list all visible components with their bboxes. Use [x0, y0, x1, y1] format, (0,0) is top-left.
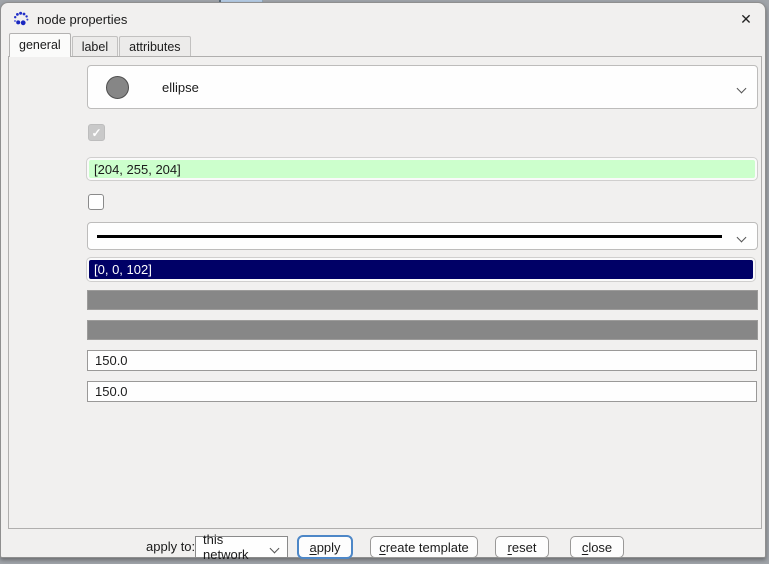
apply-to-dropdown[interactable]: this network: [195, 536, 288, 558]
apply-to-label: apply to:: [146, 539, 195, 554]
line-style-dropdown[interactable]: [87, 222, 758, 250]
chevron-down-icon: [271, 540, 278, 555]
border-color-field[interactable]: [0, 0, 102]: [87, 258, 755, 281]
shape-value: ellipse: [162, 80, 199, 95]
y-coordinate-field: [87, 320, 758, 340]
height-value: 150.0: [95, 384, 128, 399]
line-style-preview: [97, 235, 722, 238]
create-template-button[interactable]: create template: [370, 536, 478, 558]
width-input[interactable]: 150.0: [87, 350, 757, 371]
border-color-value: [0, 0, 102]: [94, 262, 152, 277]
apply-to-value: this network: [203, 532, 271, 562]
footer-bar: apply to: this network apply create temp…: [1, 534, 765, 559]
color-field[interactable]: [204, 255, 204]: [87, 158, 757, 180]
auto-resize-checkbox: ✓: [88, 124, 105, 141]
chevron-down-icon: [738, 229, 745, 244]
width-value: 150.0: [95, 353, 128, 368]
tab-general[interactable]: general: [9, 33, 71, 57]
reset-button[interactable]: reset: [495, 536, 549, 558]
transparent-checkbox[interactable]: [88, 194, 104, 210]
tab-label[interactable]: label: [72, 36, 118, 57]
tab-attributes[interactable]: attributes: [119, 36, 190, 57]
apply-button[interactable]: apply: [297, 535, 353, 559]
app-icon: [12, 10, 30, 28]
close-icon[interactable]: ✕: [736, 9, 756, 29]
shape-preview-ellipse: [106, 76, 129, 99]
node-properties-dialog: node properties ✕ general label attribut…: [0, 2, 766, 558]
check-icon: ✓: [91, 126, 101, 140]
color-value: [204, 255, 204]: [94, 162, 181, 177]
close-button[interactable]: close: [570, 536, 624, 558]
shape-dropdown[interactable]: ellipse: [87, 65, 758, 109]
title-bar: node properties ✕: [1, 3, 765, 33]
chevron-down-icon: [738, 80, 745, 95]
x-coordinate-field: [87, 290, 758, 310]
height-input[interactable]: 150.0: [87, 381, 757, 402]
tab-bar: general label attributes: [9, 34, 192, 57]
window-title: node properties: [37, 12, 127, 27]
